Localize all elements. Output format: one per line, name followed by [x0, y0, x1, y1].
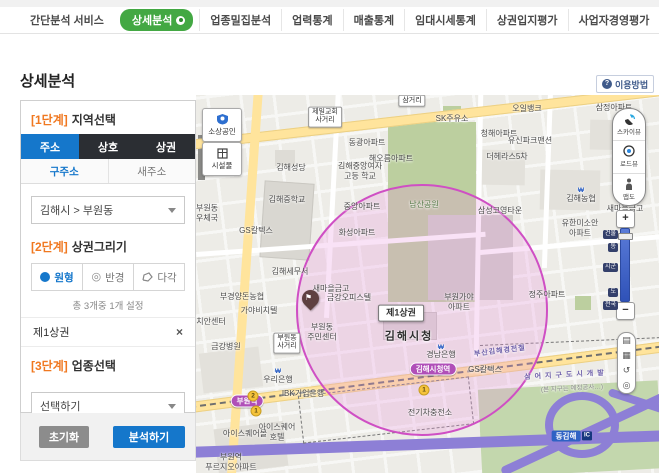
chevron-down-icon: [168, 404, 176, 409]
building-block: [480, 150, 526, 186]
zoom-slider-thumb[interactable]: [618, 233, 633, 240]
subtab-new-address[interactable]: 새주소: [108, 159, 196, 183]
main-nav: 간단분석 서비스 상세분석 업종밀집분석업력통계매출통계임대시세통계상권입지평가사업…: [0, 7, 659, 34]
facilities-label: 시설물: [212, 160, 233, 171]
step2-badge: [2단계]: [31, 240, 68, 254]
radius-circle-icon: ◎: [92, 272, 102, 282]
nav-item[interactable]: 업종밀집분석: [199, 9, 281, 31]
facilities-icon: [216, 147, 229, 159]
map-tools: ▤ ▦ ↺ ◎: [617, 332, 636, 394]
building-block: [275, 150, 295, 166]
nav-item[interactable]: 업력통계: [281, 9, 342, 31]
nav-item[interactable]: 매출통계: [343, 9, 404, 31]
park-small: [575, 296, 591, 310]
roadview-icon: [622, 145, 636, 158]
help-button[interactable]: ? 이용방법: [596, 75, 654, 93]
stadium-block: [428, 215, 513, 300]
map-view-controls: 스카이뷰 로드뷰 맵도: [612, 108, 646, 206]
zoom-slider[interactable]: [620, 228, 630, 302]
page-title: 상세분석: [20, 70, 75, 91]
small-business-label: 소상공인: [208, 126, 236, 137]
undo-icon[interactable]: ↺: [623, 366, 631, 375]
zoom-level-badge[interactable]: 시군: [603, 263, 618, 272]
subtab-old-address[interactable]: 구주소: [21, 159, 108, 183]
filled-circle-icon: [40, 272, 50, 282]
shape-button-group: 원형 ◎ 반경 다각: [31, 263, 185, 291]
pegman-button[interactable]: 맵도: [613, 173, 645, 205]
chevron-down-icon: [168, 208, 176, 213]
zoom-in-button[interactable]: +: [616, 210, 635, 228]
screen: 간단분석 서비스상세분석업종밀집분석업력통계매출통계임대시세통계상권입지평가사업…: [0, 0, 659, 473]
nav-item[interactable]: 임대시세통계: [404, 9, 486, 31]
zoom-level-badge[interactable]: 건물: [603, 230, 618, 239]
target-icon[interactable]: ◎: [623, 381, 631, 390]
map-canvas[interactable]: 부원동 우체국제일교회 사거리동광아파트해오름아파트청해아파트삼정아파트오일뱅크…: [196, 95, 659, 473]
analysis-panel: [1단계] 지역선택 주소 상호 상권 구주소 새주소 김해시 > 부원동 [2단…: [20, 100, 196, 413]
active-tab-indicator-icon: [176, 16, 185, 25]
shape-polygon-label: 다각: [157, 270, 176, 285]
step3-badge: [3단계]: [31, 359, 68, 373]
step2-title: 상권그리기: [72, 240, 127, 254]
nav-items: 간단분석 서비스 상세분석 업종밀집분석업력통계매출통계임대시세통계상권입지평가사업…: [20, 9, 659, 31]
search-type-tabs: 주소 상호 상권: [21, 134, 195, 159]
pegman-label: 맵도: [623, 191, 635, 201]
trade-area-name: 제1상권: [33, 324, 69, 340]
trade-area-row: 제1상권 ×: [21, 317, 195, 347]
flag-icon: ⚑: [305, 293, 312, 302]
help-button-label: 이용방법: [615, 78, 648, 91]
question-icon: ?: [602, 79, 612, 89]
zoom-level-badge[interactable]: 도: [608, 288, 618, 297]
shape-circle-label: 원형: [54, 270, 73, 285]
remove-area-icon[interactable]: ×: [176, 327, 183, 337]
shape-circle-button[interactable]: 원형: [32, 264, 82, 290]
zoom-out-button[interactable]: −: [616, 302, 635, 320]
cadastral-map-icon[interactable]: ▤: [622, 336, 631, 345]
zoom-level-badge[interactable]: 전국: [603, 301, 618, 310]
address-type-subtabs: 구주소 새주소: [21, 159, 195, 184]
shape-polygon-button[interactable]: 다각: [133, 264, 184, 290]
facilities-layer-button[interactable]: 시설물: [202, 142, 242, 176]
polygon-icon: [141, 272, 153, 282]
satellite-dish-icon: [622, 113, 637, 126]
step3-header: [3단계] 업종선택: [21, 347, 195, 380]
step2-header: [2단계] 상권그리기: [21, 228, 195, 261]
skyview-label: 스카이뷰: [617, 126, 641, 136]
small-business-layer-button[interactable]: 소상공인: [202, 108, 242, 142]
building-block: [199, 346, 263, 393]
tab-trade-area[interactable]: 상권: [137, 134, 195, 159]
panel-footer: 초기화 분석하기: [20, 413, 196, 461]
nav-item[interactable]: 사업자경영평가: [568, 9, 659, 31]
roadview-button[interactable]: 로드뷰: [613, 140, 645, 172]
cityhall-block: [383, 312, 437, 340]
area-measure-icon[interactable]: ▦: [622, 351, 631, 360]
top-strip: [0, 0, 659, 7]
industry-select-value: 선택하기: [40, 398, 80, 414]
small-business-icon: [216, 113, 229, 125]
skyview-button[interactable]: 스카이뷰: [613, 109, 645, 140]
step1-badge: [1단계]: [31, 113, 68, 127]
region-select-value: 김해시 > 부원동: [40, 202, 113, 218]
nav-item[interactable]: 간단분석 서비스: [20, 9, 114, 31]
step3-title: 업종선택: [72, 359, 116, 373]
shape-radius-label: 반경: [105, 270, 124, 285]
tab-store-name[interactable]: 상호: [79, 134, 137, 159]
nav-item[interactable]: 상권입지평가: [486, 9, 568, 31]
roadview-label: 로드뷰: [620, 158, 638, 168]
zoom-level-badge[interactable]: 동: [608, 243, 618, 252]
tab-address[interactable]: 주소: [21, 134, 79, 159]
region-select[interactable]: 김해시 > 부원동: [31, 196, 185, 224]
pegman-icon: [623, 178, 635, 191]
step1-title: 지역선택: [72, 113, 116, 127]
step1-header: [1단계] 지역선택: [21, 101, 195, 134]
area-count-text: 총 3개중 1개 설정: [21, 298, 195, 312]
nav-item[interactable]: 상세분석: [120, 9, 193, 31]
analyze-button[interactable]: 분석하기: [113, 426, 185, 448]
reset-button[interactable]: 초기화: [39, 426, 89, 448]
shape-radius-button[interactable]: ◎ 반경: [82, 264, 133, 290]
